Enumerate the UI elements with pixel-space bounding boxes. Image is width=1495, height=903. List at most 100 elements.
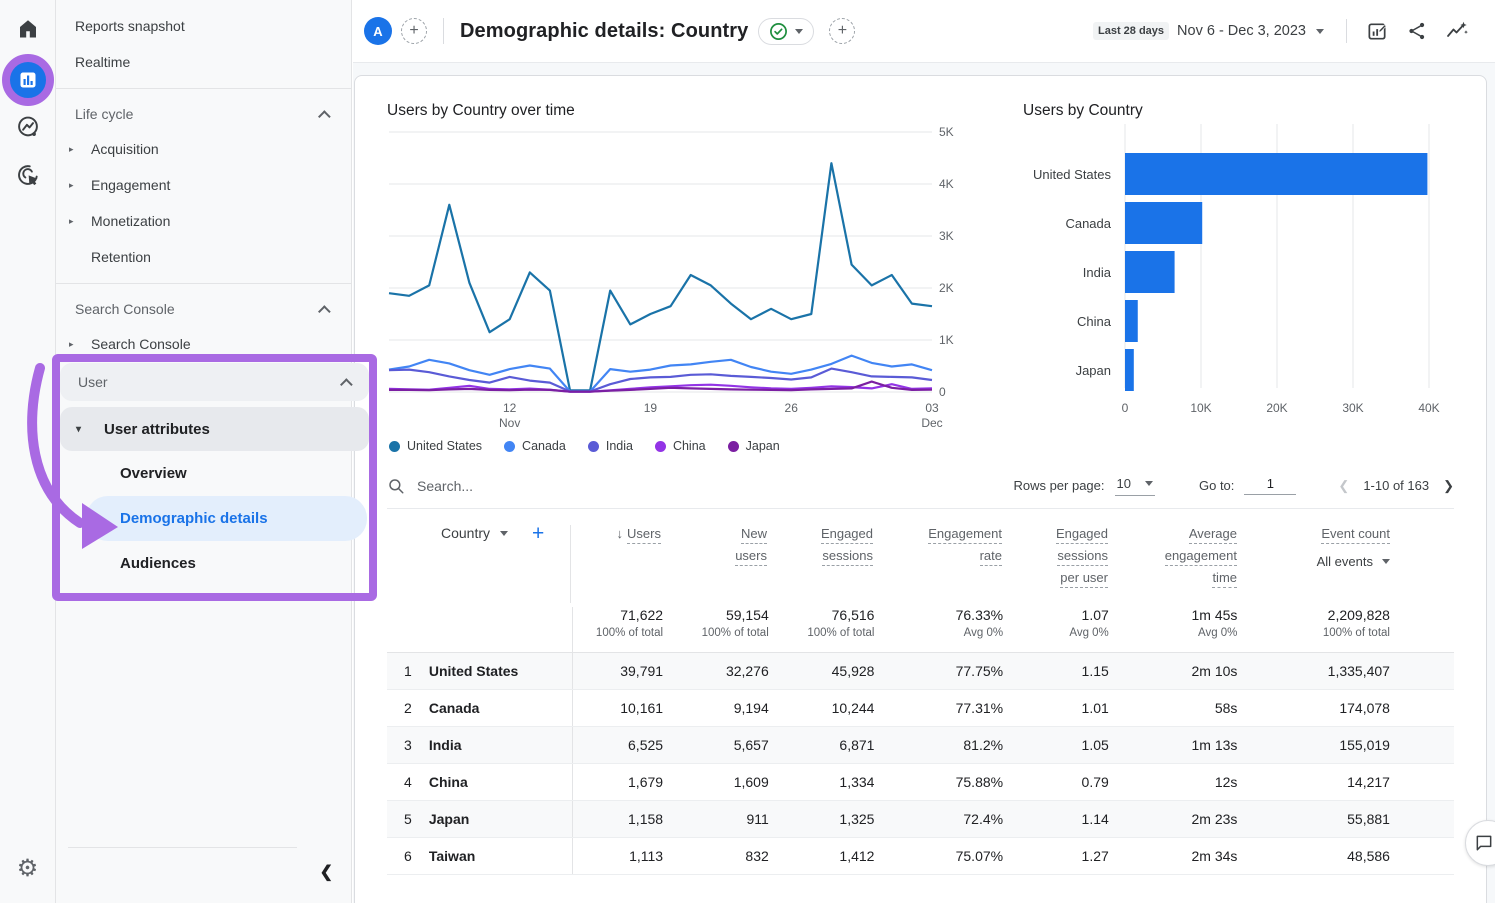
legend-item: Canada	[504, 439, 566, 453]
totals-value: 1m 45s	[1129, 607, 1238, 623]
collapse-arrow-icon[interactable]: ▾	[76, 424, 81, 435]
column-header-label: Engagement	[928, 525, 1002, 544]
expand-arrow-icon[interactable]: ▸	[69, 216, 74, 227]
app-root: ⚙ Reports snapshot Realtime Life cycle ▸…	[0, 0, 1495, 903]
sidebar-item-label: Audiences	[120, 555, 196, 572]
totals-subtext: 100% of total	[683, 627, 769, 639]
main-area: A + Demographic details: Country + Last …	[353, 0, 1495, 903]
column-header[interactable]: Engagement rate	[893, 525, 1022, 603]
row-country: United States	[429, 653, 574, 689]
add-dimension-button[interactable]: +	[532, 525, 544, 543]
table-row[interactable]: 5Japan1,1589111,32572.4%1.142m 23s55,881	[387, 801, 1454, 838]
date-range[interactable]: Nov 6 - Dec 3, 2023	[1177, 23, 1306, 39]
column-header[interactable]: ↓Users	[571, 525, 681, 603]
totals-value: 2,209,828	[1257, 607, 1390, 623]
row-metric-value: 1,412	[789, 848, 895, 864]
column-header[interactable]: Engagedsessions	[787, 525, 893, 603]
sidebar-item-overview[interactable]: Overview	[60, 451, 369, 496]
sidebar-item-acquisition[interactable]: ▸ Acquisition	[56, 131, 351, 167]
y-axis-tick: 1K	[939, 333, 954, 347]
collapse-sidebar-button[interactable]: ❮	[320, 862, 333, 882]
row-rank: 2	[387, 700, 429, 716]
sidebar-item-demographic-details[interactable]: Demographic details	[86, 496, 367, 541]
totals-subtext: 100% of total	[1257, 627, 1390, 639]
x-axis-tick: 26	[785, 401, 799, 415]
sidebar-item-label: Reports snapshot	[75, 18, 185, 34]
sidebar-item-label: Demographic details	[120, 510, 268, 527]
divider	[443, 18, 444, 44]
column-header-label: rate	[980, 547, 1002, 566]
event-filter-select[interactable]: All events	[1317, 554, 1390, 569]
legend-dot-icon	[655, 441, 666, 452]
expand-arrow-icon[interactable]: ▸	[69, 144, 74, 155]
customize-report-icon[interactable]	[1365, 19, 1389, 43]
sidebar-item-reports-snapshot[interactable]: Reports snapshot	[56, 8, 351, 44]
column-header[interactable]: Newusers	[681, 525, 787, 603]
top-bar-right: Last 28 days Nov 6 - Dec 3, 2023	[1093, 19, 1495, 43]
legend-label: Canada	[522, 439, 566, 453]
bar	[1125, 153, 1427, 195]
search-input[interactable]	[417, 478, 677, 494]
column-header[interactable]: Engagedsessionsper user	[1022, 525, 1128, 603]
column-header-label: engagement	[1165, 547, 1237, 566]
next-page-button[interactable]: ❯	[1443, 478, 1454, 494]
row-metric-value: 77.31%	[894, 700, 1023, 716]
date-preset-chip[interactable]: Last 28 days	[1093, 22, 1169, 40]
admin-gear-icon[interactable]: ⚙	[17, 857, 39, 881]
column-header-label: Engaged	[1056, 525, 1108, 544]
expand-arrow-icon[interactable]: ▸	[69, 339, 74, 350]
dimension-select[interactable]: Country	[441, 525, 508, 541]
section-header-life-cycle[interactable]: Life cycle	[56, 97, 351, 131]
date-caret-icon[interactable]	[1316, 29, 1324, 34]
column-header[interactable]: Event countAll events	[1257, 525, 1454, 603]
sidebar-item-realtime[interactable]: Realtime	[56, 44, 351, 80]
sidebar-item-label: Retention	[91, 249, 151, 265]
row-metric-value: 48,586	[1257, 848, 1454, 864]
x-axis-tick: 30K	[1342, 401, 1363, 415]
table-controls: Rows per page: 10 Go to: ❮ 1-10 of 163 ❯	[387, 463, 1454, 509]
bar-chart-block: Users by Country 010K20K30K40KUnited Sta…	[1023, 102, 1455, 453]
section-header-user[interactable]: User	[60, 363, 369, 401]
home-icon[interactable]	[16, 17, 40, 41]
sidebar-item-audiences[interactable]: Audiences	[60, 541, 369, 586]
dimension-label: Country	[441, 525, 490, 541]
add-report-tab-button[interactable]: +	[829, 18, 855, 44]
row-metric-value: 77.75%	[894, 663, 1023, 679]
go-to-page-input[interactable]	[1244, 476, 1296, 495]
sidebar-item-user-attributes[interactable]: ▾ User attributes	[60, 407, 369, 451]
report-card: Users by Country over time 01K2K3K4K5K12…	[354, 75, 1487, 903]
totals-subtext: Avg 0%	[894, 627, 1003, 639]
sidebar-item-engagement[interactable]: ▸ Engagement	[56, 167, 351, 203]
add-comparison-button[interactable]: +	[401, 18, 427, 44]
expand-arrow-icon[interactable]: ▸	[69, 180, 74, 191]
totals-value: 71,622	[573, 607, 663, 623]
x-axis-tick: 19	[644, 401, 658, 415]
row-metric-value: 12s	[1129, 774, 1258, 790]
advertising-icon[interactable]	[15, 162, 41, 188]
explore-icon[interactable]	[15, 114, 41, 140]
avatar[interactable]: A	[364, 17, 392, 45]
line-chart-block: Users by Country over time 01K2K3K4K5K12…	[387, 102, 967, 453]
bar	[1125, 300, 1138, 342]
sidebar-item-retention[interactable]: Retention	[56, 239, 351, 275]
table-row[interactable]: 1United States39,79132,27645,92877.75%1.…	[387, 653, 1454, 690]
insights-icon[interactable]	[1445, 19, 1469, 43]
previous-page-button[interactable]: ❮	[1338, 478, 1349, 494]
table-row[interactable]: 4China1,6791,6091,33475.88%0.7912s14,217	[387, 764, 1454, 801]
legend-label: Japan	[746, 439, 780, 453]
data-quality-badge[interactable]	[758, 18, 814, 45]
sidebar-item-monetization[interactable]: ▸ Monetization	[56, 203, 351, 239]
share-icon[interactable]	[1405, 19, 1429, 43]
rows-per-page-select[interactable]: 10	[1115, 476, 1155, 496]
table-header: Country + ↓UsersNewusersEngagedsessionsE…	[387, 509, 1454, 603]
table-row[interactable]: 6Taiwan1,1138321,41275.07%1.272m 34s48,5…	[387, 838, 1454, 875]
reports-icon-active[interactable]	[2, 54, 54, 106]
table-row[interactable]: 2Canada10,1619,19410,24477.31%1.0158s174…	[387, 690, 1454, 727]
column-header[interactable]: Averageengagementtime	[1128, 525, 1257, 603]
table-row[interactable]: 3India6,5255,6576,87181.2%1.051m 13s155,…	[387, 727, 1454, 764]
sidebar-item-search-console[interactable]: ▸ Search Console	[56, 326, 351, 362]
column-header-label: New	[741, 525, 767, 544]
row-metric-value: 55,881	[1257, 811, 1454, 827]
pagination-controls: Rows per page: 10 Go to: ❮ 1-10 of 163 ❯	[1013, 476, 1454, 496]
section-header-search-console[interactable]: Search Console	[56, 292, 351, 326]
